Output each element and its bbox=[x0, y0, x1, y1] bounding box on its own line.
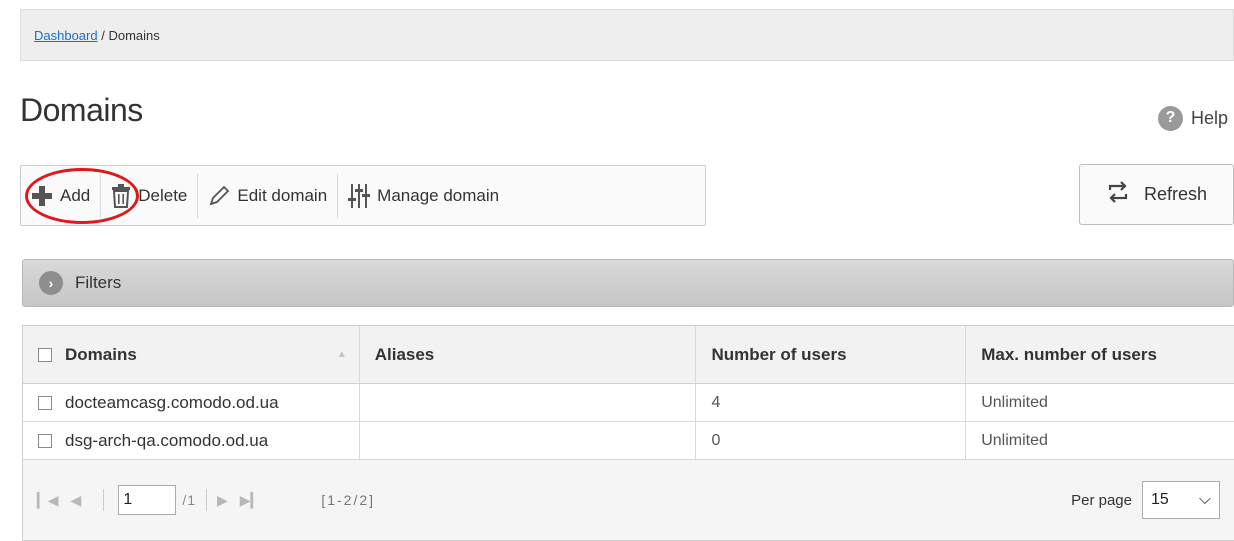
page-title: Domains bbox=[20, 92, 143, 128]
column-header-label: Aliases bbox=[374, 344, 435, 364]
domain-name: docteamcasg.comodo.od.ua bbox=[65, 392, 279, 412]
column-header-label: Max. number of users bbox=[981, 344, 1157, 364]
breadcrumb-separator: / bbox=[97, 28, 109, 43]
refresh-button[interactable]: Refresh bbox=[1079, 164, 1234, 225]
page-number-input[interactable] bbox=[118, 485, 177, 515]
sort-ascending-icon: ▲ bbox=[336, 349, 347, 360]
help-button[interactable]: ? Help bbox=[1157, 104, 1228, 132]
chevron-down-icon: ⌵ bbox=[1198, 491, 1211, 508]
breadcrumb-dashboard-link[interactable]: Dashboard bbox=[34, 28, 98, 43]
column-header-users[interactable]: Number of users bbox=[696, 326, 967, 383]
aliases-cell bbox=[360, 384, 697, 421]
row-checkbox[interactable] bbox=[38, 395, 52, 410]
column-header-label: Number of users bbox=[711, 344, 847, 364]
page-total: /1 bbox=[182, 492, 197, 508]
manage-domain-button[interactable]: Manage domain bbox=[338, 174, 509, 218]
users-cell: 0 bbox=[696, 422, 967, 459]
select-all-checkbox[interactable] bbox=[38, 347, 52, 362]
column-header-domains[interactable]: Domains ▲ bbox=[23, 326, 360, 383]
domain-cell: docteamcasg.comodo.od.ua bbox=[23, 384, 360, 421]
help-icon: ? bbox=[1157, 105, 1183, 131]
delete-button-label: Delete bbox=[138, 185, 188, 205]
domain-cell: dsg-arch-qa.comodo.od.ua bbox=[23, 422, 360, 459]
pager-divider bbox=[206, 489, 208, 511]
refresh-label: Refresh bbox=[1143, 184, 1208, 204]
max-users-cell: Unlimited bbox=[981, 431, 1048, 449]
column-header-label: Domains bbox=[65, 344, 137, 364]
table-row[interactable]: docteamcasg.comodo.od.ua 4 Unlimited bbox=[23, 384, 1234, 422]
chevron-right-icon: › bbox=[39, 271, 63, 295]
per-page-value: 15 bbox=[1151, 491, 1169, 508]
first-page-icon[interactable]: ▎◀ bbox=[37, 492, 59, 509]
add-button-label: Add bbox=[60, 185, 91, 205]
trash-icon bbox=[111, 183, 131, 208]
pager-divider bbox=[103, 489, 105, 511]
per-page-select[interactable]: 15 ⌵ bbox=[1142, 481, 1220, 519]
filters-label: Filters bbox=[75, 273, 122, 292]
last-page-icon[interactable]: ▶▎ bbox=[240, 492, 262, 509]
edit-domain-button[interactable]: Edit domain bbox=[198, 173, 339, 218]
pencil-icon bbox=[208, 185, 230, 207]
sliders-icon bbox=[348, 183, 371, 208]
per-page-label: Per page bbox=[1071, 491, 1132, 509]
breadcrumb-current: Domains bbox=[108, 28, 160, 43]
table-header: Domains ▲ Aliases Number of users Max. n… bbox=[23, 326, 1234, 384]
filters-bar[interactable]: › Filters bbox=[22, 259, 1234, 307]
column-header-max-users[interactable]: Max. number of users bbox=[966, 326, 1234, 383]
domains-table: Domains ▲ Aliases Number of users Max. n… bbox=[22, 325, 1234, 541]
plus-icon bbox=[31, 185, 53, 207]
manage-domain-label: Manage domain bbox=[377, 185, 500, 205]
help-label: Help bbox=[1190, 107, 1228, 128]
aliases-cell bbox=[360, 422, 697, 459]
breadcrumb: Dashboard / Domains bbox=[20, 9, 1234, 61]
domain-toolbar: Add Delete Edit domain Manage domain bbox=[20, 165, 706, 226]
add-button[interactable]: Add bbox=[21, 173, 102, 218]
refresh-icon bbox=[1106, 181, 1130, 208]
record-range: [1-2/2] bbox=[321, 492, 376, 508]
max-users-cell: Unlimited bbox=[981, 393, 1048, 411]
previous-page-icon[interactable]: ◀ bbox=[71, 492, 82, 509]
domain-name: dsg-arch-qa.comodo.od.ua bbox=[65, 430, 269, 450]
edit-domain-label: Edit domain bbox=[237, 185, 328, 205]
per-page-control: Per page 15 ⌵ bbox=[1071, 481, 1220, 519]
next-page-icon[interactable]: ▶ bbox=[217, 492, 228, 509]
users-cell: 4 bbox=[696, 384, 967, 421]
pagination-bar: ▎◀ ◀ /1 ▶ ▶▎ [1-2/2] Per page 15 ⌵ bbox=[23, 460, 1234, 540]
row-checkbox[interactable] bbox=[38, 433, 52, 448]
delete-button[interactable]: Delete bbox=[101, 173, 199, 218]
table-row[interactable]: dsg-arch-qa.comodo.od.ua 0 Unlimited bbox=[23, 422, 1234, 460]
column-header-aliases[interactable]: Aliases bbox=[360, 326, 697, 383]
